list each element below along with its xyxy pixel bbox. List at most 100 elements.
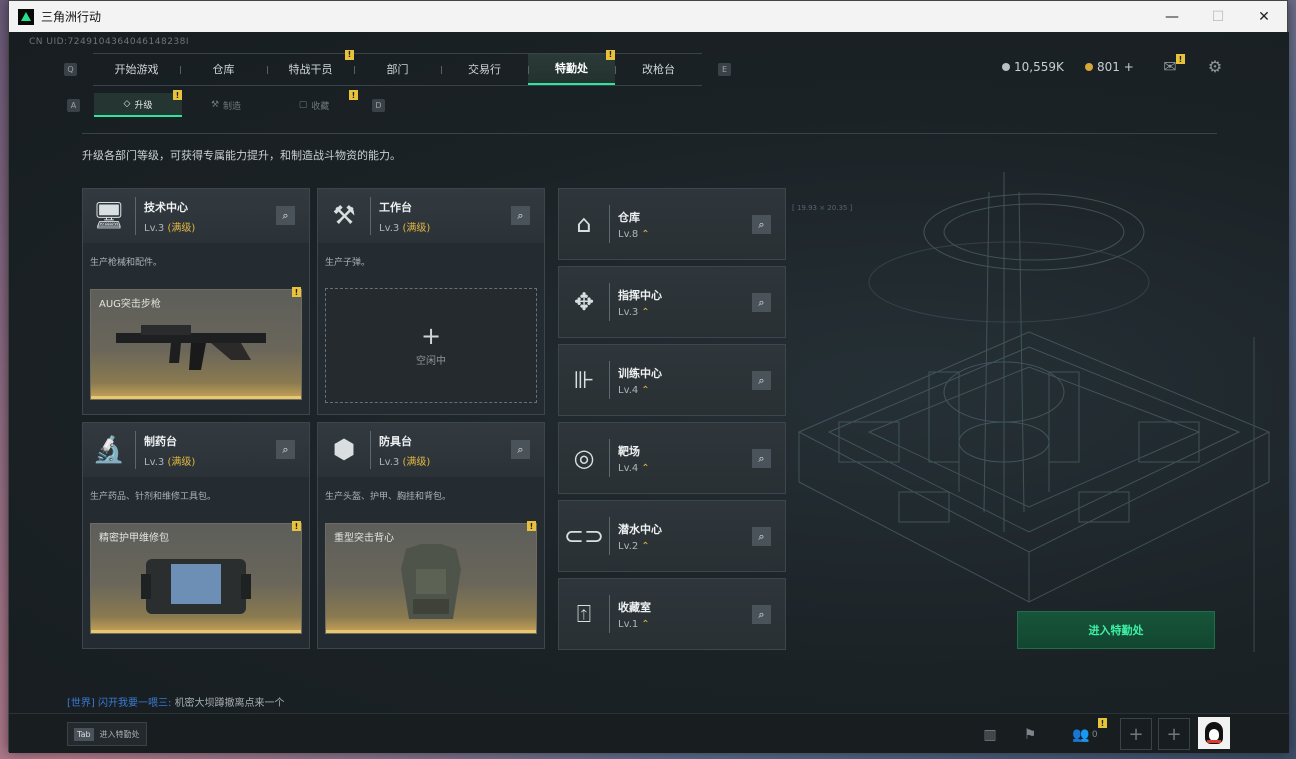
avatar[interactable]	[1198, 717, 1230, 749]
search-icon[interactable]: ⌕	[276, 440, 295, 459]
nav-prev-key[interactable]: Q	[64, 62, 77, 76]
upgrade-available-icon: ⌃	[641, 618, 650, 630]
max-level-label: (满级)	[167, 222, 196, 234]
trophy-case-icon: ⍐	[576, 600, 592, 628]
enter-special-ops-button[interactable]: 进入特勤处	[1017, 611, 1215, 649]
facility-card-training-center[interactable]: ⊪ 训练中心 Lv.4 ⌃ ⌕	[558, 344, 786, 416]
craft-icon: ⚒	[210, 100, 220, 110]
subtab-craft[interactable]: ⚒ 制造	[182, 93, 270, 117]
facility-card-workbench[interactable]: ⚒ 工作台 Lv.3 (满级) ⌕ 生产子弹。 + 空闲中	[317, 188, 545, 415]
subtab-collection[interactable]: ▢ 收藏!	[270, 90, 358, 117]
add-party-slot-button[interactable]: +	[1120, 718, 1152, 750]
chat-message[interactable]: [世界] 闪开我要一喂三: 机密大坝蹲撤离点来一个	[67, 694, 285, 709]
upgrade-available-icon: ⌃	[641, 462, 650, 474]
collection-icon: ▢	[298, 100, 308, 110]
facility-name: 制药台	[144, 434, 177, 448]
max-level-label: (满级)	[167, 456, 196, 468]
tab-operators[interactable]: 特战干员!	[267, 49, 354, 85]
upgrade-available-icon: ⌃	[641, 306, 650, 318]
max-level-label: (满级)	[402, 456, 431, 468]
upgrade-available-icon: ⌃	[641, 228, 650, 240]
search-icon[interactable]: ⌕	[511, 206, 530, 225]
tab-trading[interactable]: 交易行	[441, 54, 528, 85]
tab-special-ops[interactable]: 特勤处!	[528, 49, 615, 85]
warehouse-icon: ⌂	[576, 210, 592, 238]
slot-item-name: 精密护甲维修包	[99, 533, 169, 544]
notification-badge: !	[527, 521, 536, 531]
facility-description: 生产子弹。	[325, 258, 371, 268]
tab-start-game[interactable]: 开始游戏	[93, 54, 180, 85]
flag-icon[interactable]: ⚑	[1019, 724, 1041, 746]
add-party-slot-button[interactable]: +	[1158, 718, 1190, 750]
game-window: 三角洲行动 — ☐ ✕ CN UID:7249104364046148238I	[8, 0, 1289, 753]
divider	[82, 133, 1217, 134]
repair-kit-image	[141, 559, 251, 614]
search-icon[interactable]: ⌕	[511, 440, 530, 459]
notification-badge: !	[292, 521, 301, 531]
search-icon[interactable]: ⌕	[752, 293, 771, 312]
chat-text: 机密大坝蹲撤离点来一个	[174, 698, 285, 709]
coin-balance[interactable]: 10,559K	[1002, 60, 1064, 74]
minimize-button[interactable]: —	[1149, 1, 1195, 32]
facility-level: Lv.3	[144, 456, 165, 468]
notification-badge: !	[173, 90, 182, 100]
facility-description: 生产药品、针剂和维修工具包。	[90, 492, 217, 502]
search-icon[interactable]: ⌕	[752, 527, 771, 546]
upgrade-available-icon: ⌃	[641, 384, 650, 396]
search-icon[interactable]: ⌕	[752, 449, 771, 468]
facility-card-collection-room[interactable]: ⍐ 收藏室 Lv.1 ⌃ ⌕	[558, 578, 786, 650]
facility-card-command-center[interactable]: ✥ 指挥中心 Lv.3 ⌃ ⌕	[558, 266, 786, 338]
armor-vest-image	[401, 544, 461, 619]
coordinates-readout: [ 19.93 × 20.35 ]	[792, 204, 853, 212]
facility-card-shooting-range[interactable]: ◎ 靶场 Lv.4 ⌃ ⌕	[558, 422, 786, 494]
ticket-balance[interactable]: 801 +	[1085, 60, 1134, 74]
subnav-next-key[interactable]: D	[372, 98, 385, 112]
friends-count: 0	[1091, 730, 1098, 740]
close-button[interactable]: ✕	[1241, 1, 1287, 32]
facility-card-diving-center[interactable]: ⊂⊃ 潜水中心 Lv.2 ⌃ ⌕	[558, 500, 786, 572]
plus-icon: +	[420, 322, 442, 350]
facility-card-tech-center[interactable]: 🖥 技术中心 Lv.3 (满级) ⌕ 生产枪械和配件。 AUG突击步枪 !	[82, 188, 310, 415]
facility-card-armor-bench[interactable]: ⬢ 防具台 Lv.3 (满级) ⌕ 生产头盔、护甲、胸挂和背包。 重型突击背心 …	[317, 422, 545, 649]
game-viewport: CN UID:7249104364046148238I [19.93 × 20…	[9, 32, 1289, 753]
facility-name: 靶场	[618, 444, 640, 458]
search-icon[interactable]: ⌕	[276, 206, 295, 225]
production-slot[interactable]: AUG突击步枪 !	[90, 287, 302, 400]
subnav-prev-key[interactable]: A	[67, 98, 80, 112]
facility-card-pharmacy[interactable]: 🔬 制药台 Lv.3 (满级) ⌕ 生产药品、针剂和维修工具包。 精密护甲维修包…	[82, 422, 310, 649]
tab-departments[interactable]: 部门	[354, 54, 441, 85]
mail-icon[interactable]: ✉!	[1160, 54, 1185, 76]
facility-wireframe-illustration	[797, 172, 1271, 652]
search-icon[interactable]: ⌕	[752, 215, 771, 234]
stats-chart-icon[interactable]: ▥	[979, 724, 1001, 746]
facility-level: Lv.8	[618, 228, 639, 240]
command-emblem-icon: ✥	[573, 288, 595, 316]
maximize-button[interactable]: ☐	[1195, 1, 1241, 32]
facility-level: Lv.3	[379, 456, 400, 468]
subtab-upgrade[interactable]: ◇ 升级!	[94, 90, 182, 117]
facility-card-warehouse[interactable]: ⌂ 仓库 Lv.8 ⌃ ⌕	[558, 188, 786, 260]
empty-production-slot[interactable]: + 空闲中	[325, 288, 537, 403]
facility-level: Lv.3	[144, 222, 165, 234]
friends-icon[interactable]: 👥 0!	[1069, 718, 1107, 746]
production-slot[interactable]: 精密护甲维修包 !	[90, 521, 302, 634]
production-slot[interactable]: 重型突击背心 !	[325, 521, 537, 634]
search-icon[interactable]: ⌕	[752, 605, 771, 624]
facility-name: 训练中心	[618, 366, 662, 380]
chat-channel: [世界]	[67, 698, 95, 709]
tab-shortcut-label: 进入特勤处	[99, 729, 140, 739]
tab-shortcut-hint[interactable]: Tab 进入特勤处	[67, 722, 147, 746]
settings-gear-icon[interactable]: ⚙	[1205, 56, 1225, 76]
rifle-image	[116, 325, 266, 370]
tab-warehouse[interactable]: 仓库	[180, 54, 267, 85]
title-bar: 三角洲行动 — ☐ ✕	[9, 1, 1287, 32]
nav-next-key[interactable]: E	[718, 62, 731, 76]
search-icon[interactable]: ⌕	[752, 371, 771, 390]
notification-badge: !	[292, 287, 301, 297]
facility-description: 生产头盔、护甲、胸挂和背包。	[325, 492, 452, 502]
sub-nav: A ◇ 升级! ⚒ 制造 ▢ 收藏! D	[67, 90, 385, 118]
facility-level: Lv.4	[618, 462, 639, 474]
notification-badge: !	[606, 49, 615, 60]
tab-gunsmith[interactable]: 改枪台	[615, 54, 702, 85]
facility-level: Lv.2	[618, 540, 639, 552]
